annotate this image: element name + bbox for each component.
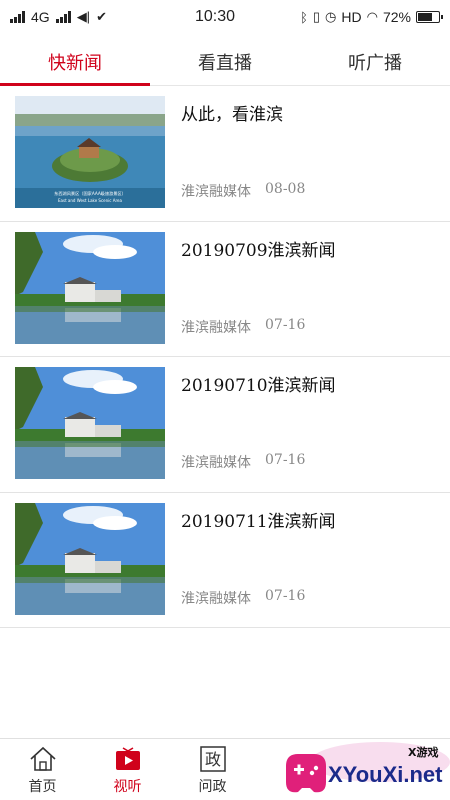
channel-tabs: 快新闻 看直播 听广播 [0, 38, 450, 86]
news-date: 07-16 [265, 587, 306, 604]
news-source: 淮滨融媒体 [181, 590, 251, 607]
island-lake-image: 东西湖风景区（国家AAA级旅游景区） East and West Lake Sc… [15, 96, 165, 208]
zheng-icon: 政 [198, 744, 228, 774]
news-item[interactable]: 东西湖风景区（国家AAA级旅游景区） East and West Lake Sc… [0, 86, 450, 222]
signal-strength-icon [55, 11, 71, 23]
status-right: ᛒ ▯ ◷ HD ◠ 72% [250, 9, 443, 25]
news-item[interactable]: 20190710淮滨新闻 淮滨融媒体 07-16 [0, 357, 450, 493]
news-title: 20190709淮滨新闻 [181, 240, 336, 261]
nav-item-wenzheng[interactable]: 政 问政 [170, 739, 255, 800]
nav-label: 首页 [28, 778, 57, 795]
news-item[interactable]: 20190709淮滨新闻 淮滨融媒体 07-16 [0, 222, 450, 357]
news-date: 07-16 [265, 452, 306, 468]
alarm-icon: ◷ [325, 9, 337, 24]
news-source: 淮滨融媒体 [181, 319, 251, 336]
vibrate-icon: ◀| [76, 9, 91, 24]
battery-percent: 72% [382, 9, 411, 25]
news-source: 淮滨融媒体 [181, 455, 251, 471]
thumb-caption-en: East and West Lake Scenic Area [58, 198, 122, 203]
clock: 10:30 [194, 8, 236, 25]
news-title: 20190710淮滨新闻 [181, 376, 336, 396]
nav-item-video[interactable]: 视听 [85, 739, 170, 800]
news-list: 东西湖风景区（国家AAA级旅游景区） East and West Lake Sc… [0, 86, 450, 628]
news-date: 07-16 [265, 316, 306, 333]
news-date: 08-08 [265, 181, 306, 197]
bluetooth-icon: ᛒ [300, 9, 308, 25]
status-left: 4G ◀| ✔ [10, 9, 160, 25]
news-source: 淮滨融媒体 [181, 184, 251, 200]
battery-icon [416, 11, 443, 23]
nav-label: 问政 [198, 778, 227, 795]
lakeside-building-image [15, 502, 165, 615]
svg-text:政: 政 [204, 750, 220, 769]
network-type: 4G [31, 9, 50, 25]
news-meta: 淮滨融媒体 08-08 [181, 181, 305, 201]
signal-icon [10, 11, 25, 23]
news-thumbnail [15, 502, 165, 615]
check-circle-icon: ✔ [96, 9, 107, 24]
thumb-caption: 东西湖风景区（国家AAA级旅游景区） [54, 190, 126, 197]
lakeside-building-image [15, 231, 165, 344]
news-meta: 淮滨融媒体 07-16 [181, 588, 305, 608]
hd-label: HD [341, 9, 362, 25]
home-icon [28, 744, 58, 774]
news-item[interactable]: 20190711淮滨新闻 淮滨融媒体 07-16 [0, 493, 450, 628]
news-title: 从此，看淮滨 [181, 105, 283, 125]
news-thumbnail: 东西湖风景区（国家AAA级旅游景区） East and West Lake Sc… [15, 96, 165, 208]
watermark-text: XYouXi.net [328, 762, 443, 787]
watermark: XYouXi.net X游戏 [280, 742, 450, 800]
vibration-mode-icon: ▯ [312, 9, 321, 24]
watermark-sub: X游戏 [408, 746, 439, 759]
tab-quick-news[interactable]: 快新闻 [0, 38, 150, 86]
status-bar: 4G ◀| ✔ 10:30 ᛒ ▯ ◷ HD ◠ 72% [0, 0, 450, 34]
nav-item-home[interactable]: 首页 [0, 739, 85, 800]
wifi-icon: ◠ [366, 9, 378, 24]
nav-label: 视听 [113, 778, 142, 795]
video-icon [113, 744, 143, 774]
news-meta: 淮滨融媒体 07-16 [181, 317, 305, 337]
news-thumbnail [15, 367, 165, 479]
news-thumbnail [15, 231, 165, 344]
news-meta: 淮滨融媒体 07-16 [181, 452, 305, 472]
tab-live[interactable]: 看直播 [150, 38, 300, 85]
lakeside-building-image [15, 367, 165, 479]
news-title: 20190711淮滨新闻 [181, 511, 336, 532]
tab-radio[interactable]: 听广播 [300, 38, 450, 85]
